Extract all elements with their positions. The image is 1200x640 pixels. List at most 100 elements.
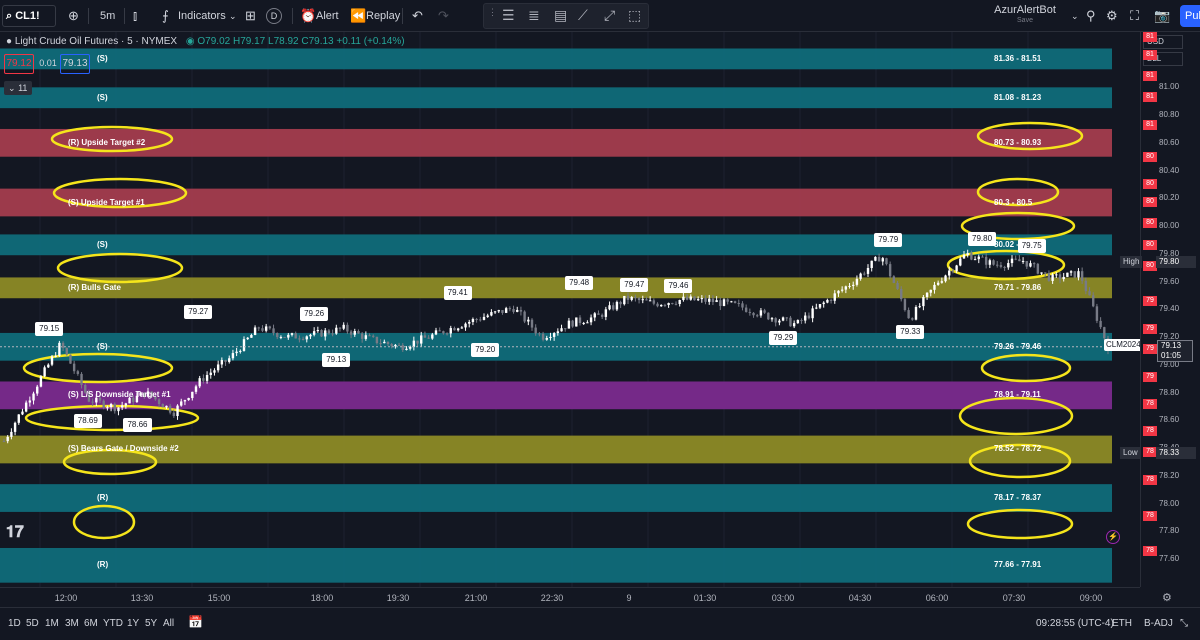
time-axis[interactable]: 12:00 13:30 15:00 18:00 19:30 21:00 22:30 9 01:3… [0, 587, 1140, 607]
candle-body [464, 323, 467, 328]
chevron-down-icon[interactable]: ⌄ [1071, 6, 1079, 26]
go-to-date-icon[interactable]: 📅 [188, 615, 203, 629]
session-toggle[interactable]: ETH [1112, 618, 1132, 629]
candle-body [209, 372, 212, 376]
candle-body [748, 311, 752, 313]
candle-body [626, 295, 630, 300]
adjustment-toggle[interactable]: B-ADJ [1144, 618, 1173, 629]
trend-line-icon[interactable]: ⟋ [578, 7, 588, 24]
zone-price-tag: 79 [1143, 295, 1157, 306]
chevron-down-icon[interactable]: ⌄ [229, 6, 237, 26]
candle-body [353, 330, 356, 335]
range-button-1d[interactable]: 1D [8, 618, 21, 629]
time-tick: 22:30 [540, 593, 564, 603]
candle-body [604, 309, 608, 317]
zone-price-tag: 80 [1143, 197, 1157, 208]
indicators-button[interactable]: Indicators [178, 6, 226, 26]
range-button-5y[interactable]: 5Y [145, 618, 157, 629]
parallel-channel-icon[interactable]: ≣ [528, 7, 540, 24]
candle-body [648, 300, 652, 302]
redo-icon[interactable]: ↷ [438, 6, 449, 26]
candle-body [726, 299, 729, 302]
expand-icon[interactable]: ⤡ [1180, 618, 1188, 629]
price-callout: 79.41 [443, 285, 472, 300]
candle-body [575, 317, 578, 327]
candle-body [907, 310, 910, 319]
price-axis[interactable]: USD BLL 81.0080.8080.6080.4080.2080.0079… [1140, 32, 1200, 587]
candle-body [641, 299, 644, 301]
fib-tool-icon[interactable]: ☰ [502, 7, 515, 24]
candle-body [959, 258, 962, 266]
candle-body [1051, 274, 1054, 281]
range-button-5d[interactable]: 5D [26, 618, 39, 629]
indicators-icon: ⨍ [162, 8, 169, 23]
compare-symbol-icon[interactable]: ⊕ [68, 6, 79, 26]
candle-body [17, 414, 20, 423]
rectangle-tool-icon[interactable]: ⬚ [628, 7, 641, 24]
range-button-1m[interactable]: 1M [45, 618, 59, 629]
settings-gear-icon[interactable]: ⚙ [1106, 6, 1118, 26]
sell-price-button[interactable]: 79.12 [4, 54, 34, 74]
price-chart[interactable] [0, 32, 1140, 587]
undo-icon[interactable]: ↶ [412, 6, 423, 26]
long-position-icon[interactable]: ▤ [554, 7, 567, 24]
range-button-1y[interactable]: 1Y [127, 618, 139, 629]
candle-body [925, 292, 929, 297]
buy-price-button[interactable]: 79.13 [60, 54, 90, 74]
current-price-label: 79.13 01:05 [1157, 340, 1193, 362]
chart-type-candles-icon[interactable]: ⫾ [133, 6, 137, 26]
time-tick: 12:00 [54, 593, 78, 603]
candle-body [600, 314, 604, 317]
candle-body [1062, 276, 1065, 280]
candle-body [10, 431, 13, 437]
data-window-icon[interactable]: D [266, 8, 282, 24]
lightning-icon[interactable]: ⚡ [1106, 530, 1120, 544]
range-button-6m[interactable]: 6M [84, 618, 98, 629]
candle-body [704, 298, 707, 302]
symbol-search-button[interactable]: ⌕ CL1! [2, 5, 56, 27]
range-button-3m[interactable]: 3M [65, 618, 79, 629]
replay-button[interactable]: Replay [366, 6, 400, 26]
price-callout: 79.79 [874, 233, 903, 248]
alert-button[interactable]: Alert [316, 6, 339, 26]
chart-pane[interactable]: ● Light Crude Oil Futures · 5 · NYMEX ◉ … [0, 32, 1140, 587]
zone-label: (S) L/S Downside Target #1 [68, 390, 171, 400]
candle-body [844, 286, 848, 290]
fullscreen-icon[interactable]: ⛶ [1130, 6, 1139, 26]
toolbar-divider [292, 8, 293, 24]
user-account[interactable]: AzurAlertBot Save [980, 4, 1070, 26]
zone-price-tag: 81 [1143, 50, 1157, 61]
candle-body [471, 318, 475, 323]
candle-body [840, 289, 844, 291]
layout-grid-icon[interactable]: ⊞ [245, 6, 256, 26]
candle-body [818, 304, 822, 308]
candle-body [671, 303, 674, 305]
camera-icon[interactable]: 📷 [1154, 6, 1170, 26]
zone-price-tag: 78 [1143, 398, 1157, 409]
candle-body [50, 356, 54, 365]
candle-body [69, 354, 72, 364]
candle-body [896, 282, 899, 289]
publish-button[interactable]: Pub [1180, 5, 1200, 27]
candle-body [1055, 274, 1058, 276]
price-callout: 78.69 [73, 413, 102, 428]
zone-price-tag: 80 [1143, 261, 1157, 272]
candle-body [32, 393, 35, 401]
candle-body [54, 355, 57, 357]
drag-handle-icon[interactable]: ⋮ [488, 7, 497, 18]
indicators-collapse-button[interactable]: ⌄ 11 [4, 81, 32, 95]
range-button-ytd[interactable]: YTD [103, 618, 123, 629]
time-tick: 09:00 [1079, 593, 1103, 603]
zone-range-label: 77.66 - 77.91 [994, 560, 1042, 570]
search-icon[interactable]: ⚲ [1086, 6, 1096, 26]
candle-body [800, 320, 803, 322]
interval-button[interactable]: 5m [100, 6, 115, 26]
ray-tool-icon[interactable]: ⤢ [604, 7, 615, 24]
clock[interactable]: 09:28:55 (UTC-4) [1036, 618, 1114, 629]
candle-body [106, 407, 109, 409]
candle-body [405, 348, 408, 351]
price-callout: 79.47 [620, 277, 649, 292]
candle-body [874, 256, 877, 261]
range-button-all[interactable]: All [163, 618, 174, 629]
axis-settings-gear-icon[interactable]: ⚙ [1162, 591, 1172, 604]
